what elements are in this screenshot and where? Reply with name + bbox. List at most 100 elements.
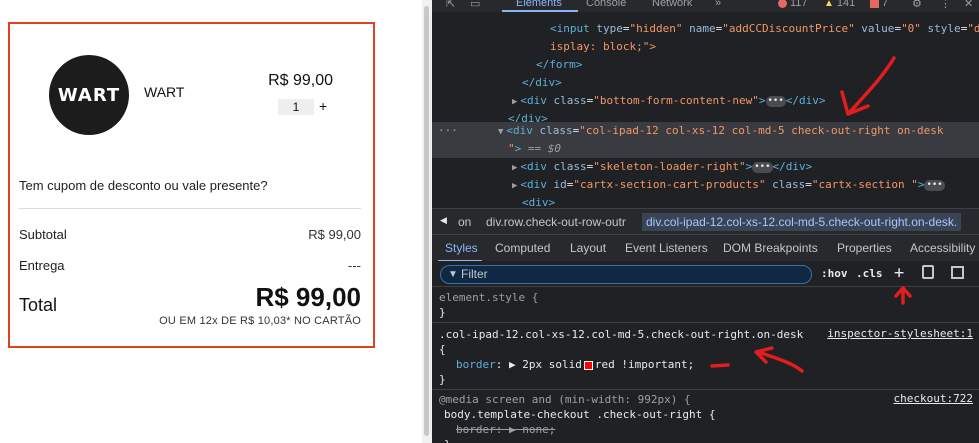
checkout-stylesheet-link[interactable]: checkout:722	[894, 392, 973, 405]
issues-count[interactable]: 7	[870, 0, 888, 9]
dom-tag: </div>	[785, 94, 826, 107]
rule2-selector[interactable]: body.template-checkout .check-out-right …	[444, 407, 716, 422]
styles-filter-input[interactable]: ▼ Filter	[440, 265, 812, 284]
tab-computed[interactable]: Computed	[495, 241, 550, 255]
product-logo: WART	[49, 55, 129, 135]
expand-triangle-icon[interactable]: ▶	[512, 181, 517, 191]
overridden-declaration[interactable]: border: ▶ none;	[456, 422, 555, 437]
settings-gear-icon[interactable]: ⚙	[912, 0, 922, 10]
dom-line-input[interactable]: <input type="hidden" name="addCCDiscount…	[550, 20, 979, 38]
dom-line-cartx[interactable]: ▶ <div id="cartx-section-cart-products" c…	[512, 176, 945, 194]
rule-close-brace: }	[439, 373, 446, 386]
shipping-value: ---	[348, 258, 361, 273]
style-declaration-border[interactable]: border: ▶ 2px solid red !important;	[456, 357, 694, 372]
rule-open-brace: {	[439, 343, 446, 356]
inspector-stylesheet-link[interactable]: inspector-stylesheet:1	[827, 327, 973, 340]
error-icon	[778, 0, 787, 8]
close-devtools-icon[interactable]: ✕	[964, 0, 973, 10]
tab-event-listeners[interactable]: Event Listeners	[625, 241, 708, 255]
tab-dom-breakpoints[interactable]: DOM Breakpoints	[723, 241, 818, 255]
dom-tag: <div	[520, 94, 547, 107]
device-toolbar-icon[interactable]: ▭	[470, 0, 480, 10]
ellipsis-icon[interactable]: •••	[765, 95, 786, 107]
tab-properties[interactable]: Properties	[837, 241, 892, 255]
errors-value: 117	[790, 0, 808, 9]
dom-attr-value: "d	[967, 22, 979, 35]
warnings-value: 141	[836, 0, 856, 9]
rule-close-brace: }	[444, 437, 451, 443]
element-style-rule[interactable]: element.style {	[439, 290, 538, 305]
subtotal-value: R$ 99,00	[308, 227, 361, 242]
dom-line-bottom-form[interactable]: ▶ <div class="bottom-form-content-new"> ••…	[512, 92, 826, 110]
dom-attr: value	[854, 22, 895, 35]
quantity-field[interactable]: 1	[278, 99, 314, 115]
dom-attr: type	[589, 22, 623, 35]
breadcrumb-item[interactable]: on	[458, 215, 471, 229]
tab-styles[interactable]: Styles	[445, 241, 478, 255]
errors-count[interactable]: 117	[778, 0, 808, 9]
dom-line-skeleton[interactable]: ▶ <div class="skeleton-loader-right"> ••• <…	[512, 158, 812, 176]
expand-triangle-icon[interactable]: ▶	[512, 97, 517, 107]
collapse-triangle-icon[interactable]: ▼	[498, 127, 503, 137]
dom-attr: class	[546, 160, 587, 173]
dom-attr: name	[682, 22, 716, 35]
rule-selector[interactable]: .col-ipad-12.col-xs-12.col-md-5.check-ou…	[439, 327, 803, 342]
page-scrollbar[interactable]	[422, 0, 432, 443]
dom-line-div-close[interactable]: </div>	[522, 74, 562, 92]
total-value: R$ 99,00	[255, 282, 361, 312]
product-price: R$ 99,00	[268, 72, 333, 89]
ellipsis-icon[interactable]: •••	[752, 161, 773, 173]
css-property[interactable]: border	[456, 358, 496, 371]
dom-tag: </div>	[522, 76, 562, 89]
dom-tag: <input	[550, 22, 590, 35]
dom-attr: style	[920, 22, 961, 35]
breadcrumb-item-selected[interactable]: div.col-ipad-12.col-xs-12.col-md-5.check…	[642, 213, 962, 231]
product-name[interactable]: WART	[144, 84, 184, 100]
scrollbar-thumb[interactable]	[424, 6, 429, 436]
breadcrumb-item[interactable]: div.row.check-out-row-outr	[486, 215, 626, 229]
dom-line-selected[interactable]: ▼ <div class="col-ipad-12 col-xs-12 col-m…	[498, 122, 944, 140]
issues-icon	[870, 0, 879, 8]
devtools-top-bar: ⇱ ▭ Elements Console Network » 117 ▲ 141 …	[432, 0, 979, 12]
logo-text: WART	[57, 84, 121, 106]
more-tabs-icon[interactable]: »	[715, 0, 721, 9]
dom-tag: <div	[506, 124, 533, 137]
toggle-sidebar-icon[interactable]	[951, 266, 964, 279]
breadcrumb: ◀ on div.row.check-out-row-outr div.col-…	[432, 208, 979, 234]
quantity-increase-button[interactable]: +	[319, 98, 327, 114]
new-style-rule-plus-icon[interactable]: +	[894, 263, 904, 283]
dom-attr-value: "bottom-form-content-new"	[593, 94, 759, 107]
more-options-icon[interactable]: ⋮	[940, 0, 951, 10]
css-value[interactable]: red !important;	[595, 358, 694, 371]
tab-elements[interactable]: Elements	[516, 0, 562, 9]
dom-line-form-close[interactable]: </form>	[536, 56, 582, 74]
dom-attr-value: "addCCDiscountPrice"	[722, 22, 855, 35]
tab-console[interactable]: Console	[586, 0, 626, 9]
ellipsis-icon[interactable]: •••	[924, 179, 945, 191]
color-swatch-icon[interactable]	[583, 360, 593, 370]
css-value[interactable]: ▶ 2px solid	[509, 358, 582, 371]
dom-tag: <div	[520, 178, 547, 191]
paint-brush-icon[interactable]	[922, 265, 934, 279]
tab-network[interactable]: Network	[652, 0, 692, 9]
inspect-icon[interactable]: ⇱	[446, 0, 455, 10]
node-actions-icon[interactable]: ···	[438, 122, 458, 140]
dom-attr-value: "hidden"	[629, 22, 683, 35]
breadcrumb-scroll-left-icon[interactable]: ◀	[440, 215, 447, 226]
warnings-count[interactable]: ▲ 141	[824, 0, 855, 9]
class-toggle[interactable]: .cls	[856, 267, 883, 280]
checkout-page: WART WART R$ 99,00 1 + Tem cupom de desc…	[0, 0, 422, 443]
dom-attr-value: isplay: block;">	[550, 40, 656, 53]
dom-tree: <input type="hidden" name="addCCDiscount…	[432, 12, 979, 209]
dom-attr-value: "cartx-section "	[811, 178, 918, 191]
filter-icon: ▼	[448, 269, 458, 280]
rule-close-brace: }	[439, 306, 446, 319]
tab-accessibility[interactable]: Accessibility	[910, 241, 975, 255]
dom-line-style-cont[interactable]: isplay: block;">	[550, 38, 656, 56]
expand-triangle-icon[interactable]: ▶	[512, 163, 517, 173]
dom-attr: class	[765, 178, 806, 191]
hover-state-toggle[interactable]: :hov	[821, 267, 848, 280]
coupon-link[interactable]: Tem cupom de desconto ou vale presente?	[19, 178, 268, 193]
dom-line-selected-cont[interactable]: "> == $0	[508, 140, 561, 158]
tab-layout[interactable]: Layout	[570, 241, 606, 255]
